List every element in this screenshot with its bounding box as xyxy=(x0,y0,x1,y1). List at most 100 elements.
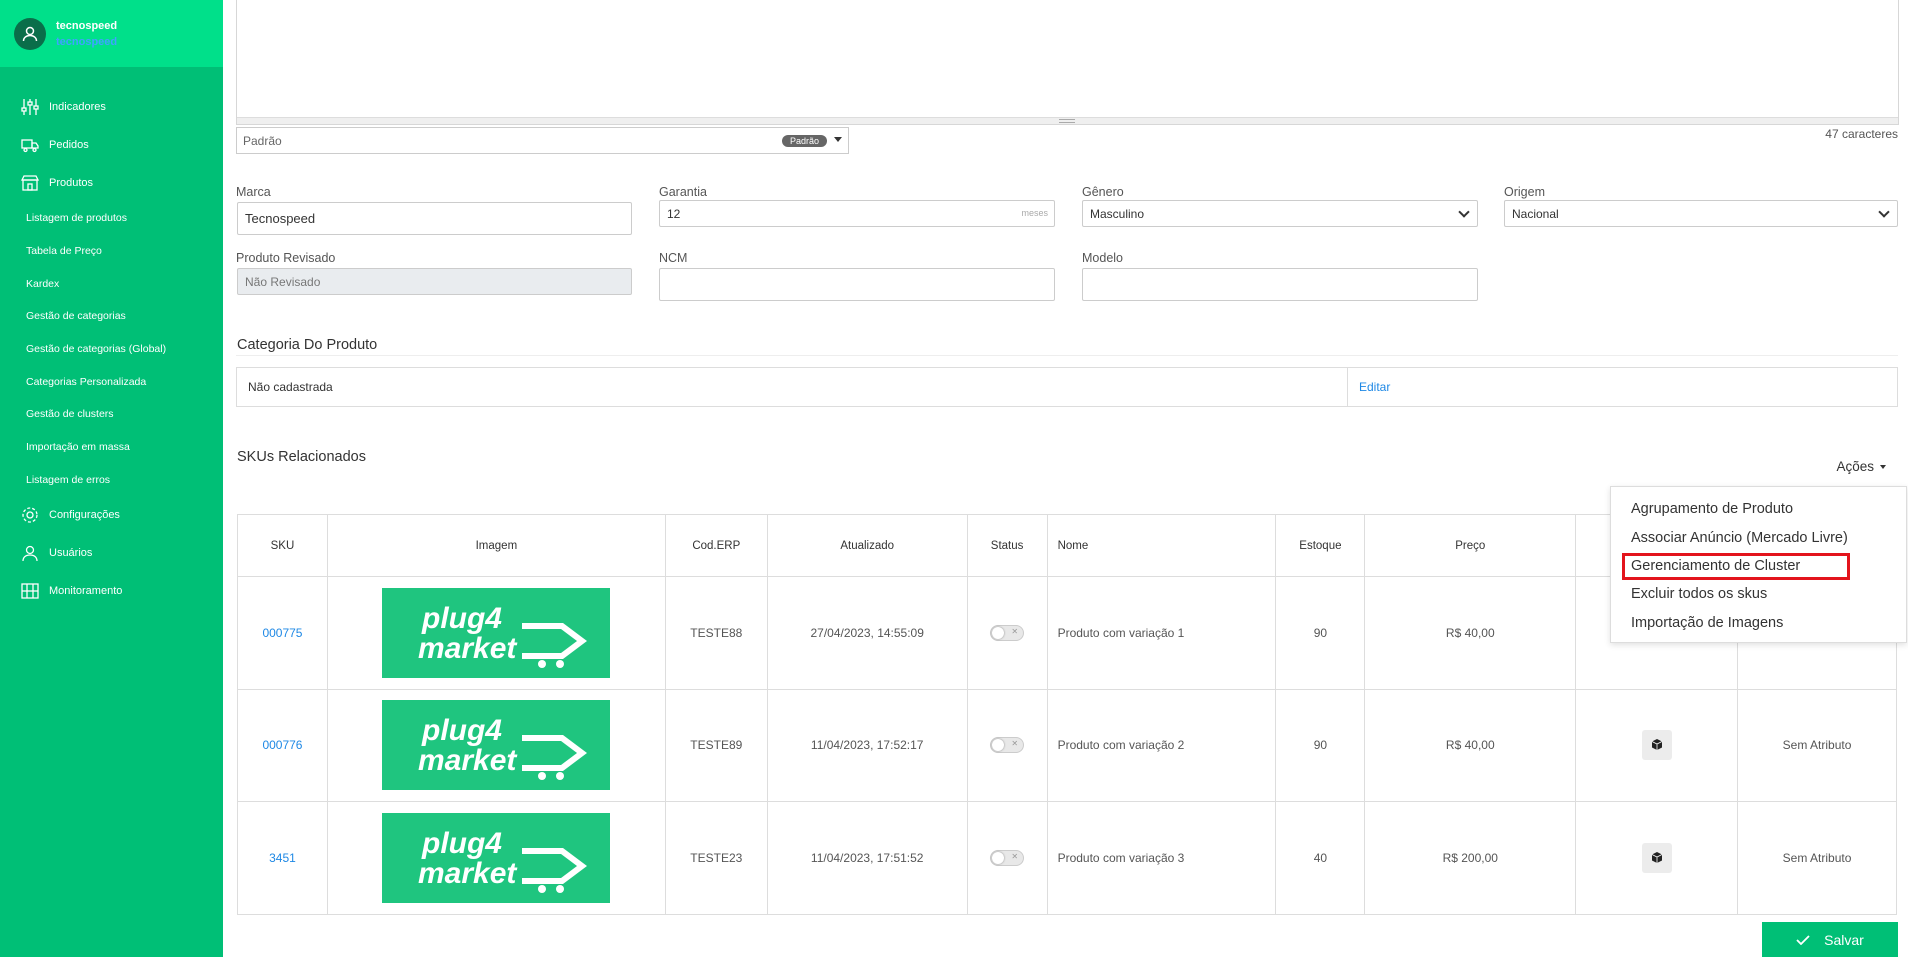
menu-item-importacao-imagens[interactable]: Importação de Imagens xyxy=(1611,609,1906,638)
updated-at: 11/04/2023, 17:52:17 xyxy=(766,688,968,802)
col-nome: Nome xyxy=(1046,514,1277,577)
nav-usuarios[interactable]: Usuários xyxy=(0,534,223,572)
price: R$ 40,00 xyxy=(1364,576,1577,690)
garantia-input[interactable]: 12 meses xyxy=(659,200,1055,227)
marca-value: Tecnospeed xyxy=(245,211,316,226)
template-select-value: Padrão xyxy=(243,133,282,148)
check-icon xyxy=(1796,934,1810,945)
attribute: Sem Atributo xyxy=(1737,688,1897,802)
nav-sub-listagem-produtos[interactable]: Listagem de produtos xyxy=(0,202,223,235)
categoria-value: Não cadastrada xyxy=(237,368,1348,406)
template-select[interactable]: Padrão Padrão xyxy=(236,127,849,154)
ncm-label: NCM xyxy=(659,251,688,265)
stock: 90 xyxy=(1275,688,1366,802)
chevron-down-icon xyxy=(1458,206,1470,218)
origem-value: Nacional xyxy=(1512,206,1559,221)
x-icon: ✕ xyxy=(1011,626,1019,636)
svg-text:plug4: plug4 xyxy=(421,827,502,860)
categoria-table: Não cadastrada Editar xyxy=(236,367,1898,407)
menu-item-agrupamento-produto[interactable]: Agrupamento de Produto xyxy=(1611,495,1906,524)
col-imagem: Imagem xyxy=(326,514,666,577)
nav-sub-tabela-preco[interactable]: Tabela de Preço xyxy=(0,235,223,268)
nav-indicadores[interactable]: Indicadores xyxy=(0,88,223,126)
col-cod-erp: Cod.ERP xyxy=(664,514,768,577)
modelo-label: Modelo xyxy=(1082,251,1123,265)
user-name: tecnospeed xyxy=(56,19,118,32)
sku-link[interactable]: 3451 xyxy=(269,851,296,865)
sidebar: tecnospeed tecnospeed Indicadores Pedido… xyxy=(0,0,223,957)
status-toggle[interactable]: ✕ xyxy=(990,624,1025,641)
garantia-value: 12 xyxy=(667,206,681,221)
sku-link[interactable]: 000775 xyxy=(262,626,302,640)
col-status: Status xyxy=(966,514,1048,577)
col-estoque: Estoque xyxy=(1275,514,1366,577)
user-company: tecnospeed xyxy=(56,35,118,48)
x-icon: ✕ xyxy=(1011,851,1019,861)
nav-label: Configurações xyxy=(49,509,120,522)
menu-item-associar-anuncio[interactable]: Associar Anúncio (Mercado Livre) xyxy=(1611,524,1906,553)
nav-sub-gestao-categorias[interactable]: Gestão de categorias xyxy=(0,300,223,333)
price: R$ 40,00 xyxy=(1364,688,1577,802)
modelo-input[interactable] xyxy=(1082,268,1478,301)
nav-sub-gestao-clusters[interactable]: Gestão de clusters xyxy=(0,398,223,431)
origem-label: Origem xyxy=(1504,185,1545,199)
user-avatar-icon xyxy=(14,17,46,50)
save-button[interactable]: Salvar xyxy=(1762,922,1898,957)
sku-link[interactable]: 000776 xyxy=(262,738,302,752)
nav-label: Pedidos xyxy=(49,139,89,151)
status-toggle[interactable]: ✕ xyxy=(990,737,1025,754)
svg-text:plug4: plug4 xyxy=(421,602,502,635)
product-name: Produto com variação 2 xyxy=(1046,688,1277,802)
nav-sub-kardex[interactable]: Kardex xyxy=(0,267,223,300)
main-content: Padrão Padrão 47 caracteres Marca Tecnos… xyxy=(236,0,1899,957)
plug4market-logo-image: plug4 market xyxy=(382,812,611,903)
nav-sub-listagem-erros[interactable]: Listagem de erros xyxy=(0,464,223,497)
nav-label: Monitoramento xyxy=(49,585,123,598)
user-header[interactable]: tecnospeed tecnospeed xyxy=(0,0,223,67)
ncm-input[interactable] xyxy=(659,268,1055,301)
status-toggle[interactable]: ✕ xyxy=(990,849,1025,866)
product-name: Produto com variação 3 xyxy=(1046,801,1277,915)
nav-sub-gestao-categorias-global[interactable]: Gestão de categorias (Global) xyxy=(0,333,223,366)
nav-configuracoes[interactable]: Configurações xyxy=(0,496,223,534)
genero-select[interactable]: Masculino xyxy=(1082,200,1478,227)
svg-text:market: market xyxy=(418,744,518,777)
table-row: 3451 plug4 market TESTE23 11/04/2023, 17:… xyxy=(237,801,1897,915)
svg-text:market: market xyxy=(418,632,518,665)
cod-erp: TESTE23 xyxy=(664,801,768,915)
resize-grip-icon xyxy=(1059,119,1075,123)
updated-at: 27/04/2023, 14:55:09 xyxy=(766,576,968,690)
nav-produtos[interactable]: Produtos xyxy=(0,164,223,202)
categoria-edit-link[interactable]: Editar xyxy=(1348,368,1897,406)
description-editor[interactable] xyxy=(236,0,1899,125)
plug4market-logo-image: plug4 market xyxy=(382,700,611,791)
main-nav: Indicadores Pedidos Produtos Listagem de… xyxy=(0,88,223,610)
col-atualizado: Atualizado xyxy=(766,514,968,577)
genero-value: Masculino xyxy=(1090,206,1145,221)
nav-pedidos[interactable]: Pedidos xyxy=(0,126,223,164)
price: R$ 200,00 xyxy=(1364,801,1577,915)
plug4market-logo-image: plug4 market xyxy=(382,587,611,678)
gear-icon xyxy=(20,505,40,525)
nav-sub-importacao-massa[interactable]: Importação em massa xyxy=(0,431,223,464)
cube-icon[interactable] xyxy=(1641,842,1672,873)
menu-item-gerenciamento-cluster[interactable]: Gerenciamento de Cluster xyxy=(1622,553,1850,580)
editor-resize-handle[interactable] xyxy=(237,117,1898,124)
nav-monitoramento[interactable]: Monitoramento xyxy=(0,572,223,610)
garantia-label: Garantia xyxy=(659,185,707,199)
nav-sub-categorias-personalizada[interactable]: Categorias Personalizada xyxy=(0,365,223,398)
menu-item-excluir-skus[interactable]: Excluir todos os skus xyxy=(1611,580,1906,609)
marca-input[interactable]: Tecnospeed xyxy=(237,202,632,235)
product-name: Produto com variação 1 xyxy=(1046,576,1277,690)
svg-text:plug4: plug4 xyxy=(421,714,502,747)
cube-icon[interactable] xyxy=(1641,730,1672,761)
caret-down-icon xyxy=(1880,464,1886,469)
attribute: Sem Atributo xyxy=(1737,801,1897,915)
nav-label: Indicadores xyxy=(49,101,106,113)
marca-label: Marca xyxy=(236,185,271,199)
monitor-grid-icon xyxy=(20,581,40,601)
categoria-title: Categoria Do Produto xyxy=(237,337,378,353)
cod-erp: TESTE88 xyxy=(664,576,768,690)
origem-select[interactable]: Nacional xyxy=(1504,200,1898,227)
actions-dropdown-toggle[interactable]: Ações xyxy=(1836,459,1886,474)
